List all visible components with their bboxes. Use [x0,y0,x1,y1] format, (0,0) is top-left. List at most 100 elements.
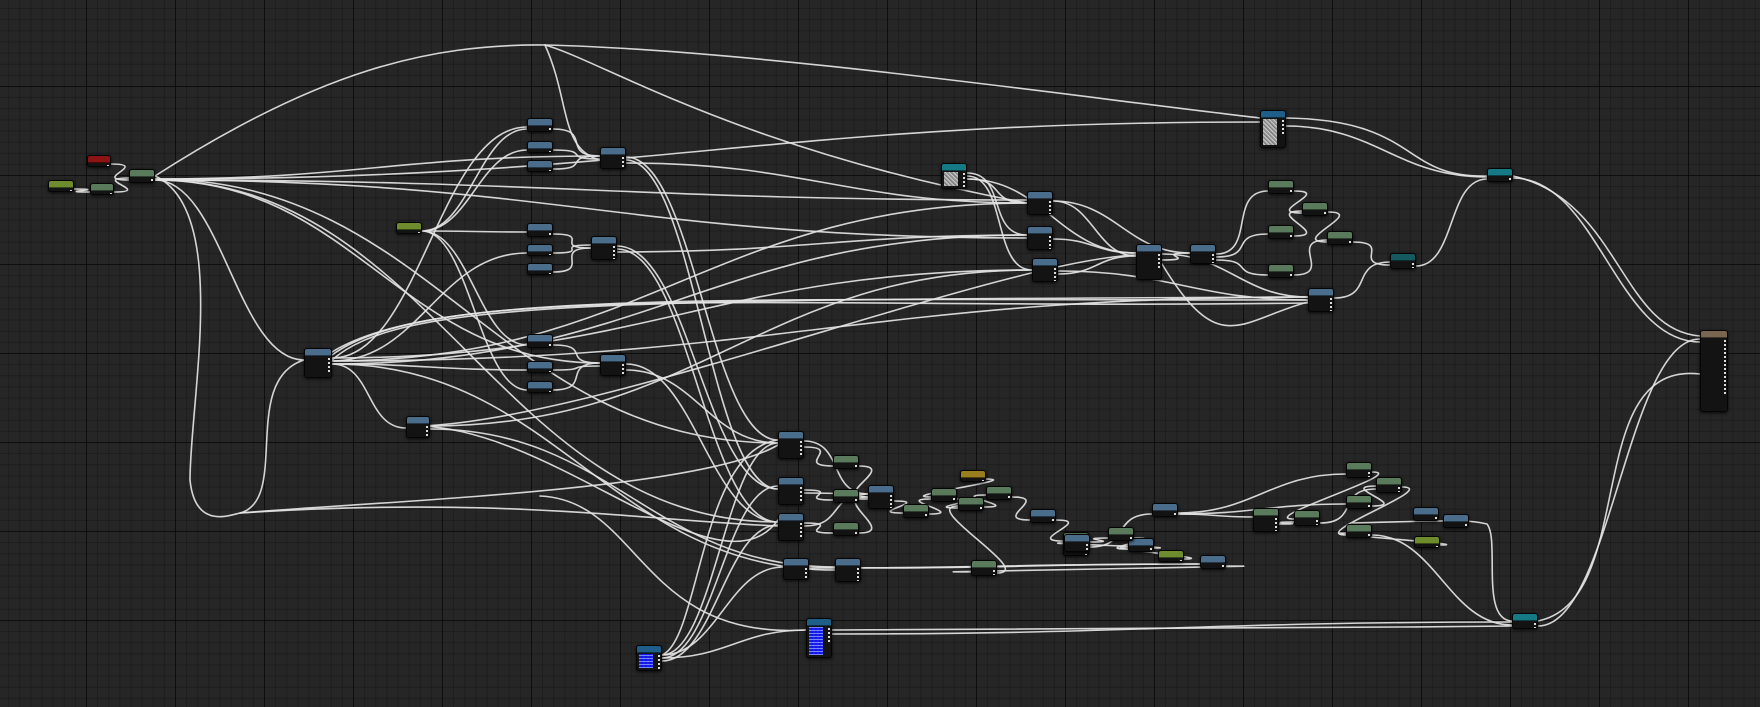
output-pin[interactable] [1085,554,1087,555]
output-pin[interactable] [857,580,859,581]
math-node-hub2[interactable] [406,416,430,438]
output-pin[interactable] [800,453,802,455]
math-node-m2[interactable] [591,236,617,260]
wire-t_bot-out[interactable] [1537,338,1701,627]
wire-g5-g4[interactable] [1293,239,1328,276]
output-pin[interactable] [1282,128,1284,130]
output-pin[interactable] [1282,120,1284,122]
output-pin[interactable] [1158,258,1160,260]
output-pin[interactable] [328,366,330,368]
output-pin[interactable] [855,499,857,501]
output-pin[interactable] [890,499,892,501]
output-pin[interactable] [857,576,859,578]
math-node-lb7[interactable] [1413,507,1439,521]
output-pin[interactable] [328,362,330,364]
wire-long-5[interactable] [239,506,779,527]
output-pin[interactable] [982,480,984,481]
parameter-node-n_in_lime[interactable] [48,180,74,192]
wire-n_lime2-b4[interactable] [421,230,528,233]
wire-tex_noise-c3[interactable] [966,175,1033,271]
output-pin[interactable] [1724,344,1726,346]
output-pin[interactable] [1158,254,1160,256]
output-pin[interactable] [622,161,624,163]
wire-m2-l3[interactable] [616,248,779,523]
texture-node-tex_blue2[interactable] [806,618,832,658]
wire-hub2-l5[interactable] [429,428,836,568]
wire-long-9[interactable] [1285,117,1488,177]
output-pin[interactable] [980,507,982,509]
output-pin[interactable] [426,434,428,436]
output-pin[interactable] [1368,505,1370,507]
output-pin[interactable] [1724,372,1726,374]
math-node-c2[interactable] [1027,226,1053,250]
math-node-lg1[interactable] [833,455,859,469]
output-pin[interactable] [613,258,615,259]
output-node-out[interactable] [1700,330,1728,412]
output-pin[interactable] [1724,380,1726,382]
math-node-lg4[interactable] [903,504,929,518]
output-pin[interactable] [418,232,420,233]
output-pin[interactable] [963,177,965,179]
output-pin[interactable] [1275,526,1277,528]
wire-c1-d2[interactable] [1052,200,1191,254]
math-node-lg5[interactable] [931,488,957,502]
output-pin[interactable] [800,499,802,501]
math-node-lb2[interactable] [1030,509,1056,523]
math-node-b7[interactable] [527,334,553,348]
output-pin[interactable] [1008,496,1010,498]
math-node-hub[interactable] [304,348,332,378]
output-pin[interactable] [1054,280,1056,281]
output-pin[interactable] [1052,519,1054,521]
wire-n_in_lime-n_in_green2[interactable] [73,188,91,193]
output-pin[interactable] [1054,276,1056,278]
output-pin[interactable] [1330,306,1332,308]
wire-tex_blue1-l4[interactable] [661,566,784,656]
output-pin[interactable] [1724,388,1726,390]
math-node-l5[interactable] [835,558,861,582]
math-node-lg7[interactable] [986,486,1012,500]
output-pin[interactable] [925,514,927,516]
output-pin[interactable] [549,233,551,235]
output-pin[interactable] [1174,513,1176,515]
output-pin[interactable] [963,181,965,183]
output-pin[interactable] [622,372,624,374]
math-node-t_bot[interactable] [1512,613,1538,629]
output-pin[interactable] [658,655,660,657]
output-pin[interactable] [1212,258,1214,260]
output-pin[interactable] [1724,376,1726,378]
output-pin[interactable] [800,535,802,537]
output-pin[interactable] [613,254,615,256]
parameter-node-llime[interactable] [1158,550,1184,562]
output-pin[interactable] [1275,518,1277,520]
texture-node-tex_top[interactable] [1260,110,1286,148]
output-pin[interactable] [1049,209,1051,211]
math-node-b5[interactable] [527,244,553,256]
output-pin[interactable] [800,495,802,497]
output-pin[interactable] [800,449,802,451]
output-pin[interactable] [1290,190,1292,192]
output-pin[interactable] [1049,236,1051,238]
output-pin[interactable] [1534,623,1536,625]
node-graph-canvas[interactable] [0,0,1760,707]
output-pin[interactable] [1158,266,1160,268]
math-node-b9[interactable] [527,381,553,393]
output-pin[interactable] [1368,534,1370,536]
output-pin[interactable] [800,523,802,525]
output-pin[interactable] [1086,548,1088,550]
output-pin[interactable] [953,498,955,500]
output-pin[interactable] [1398,491,1400,492]
output-pin[interactable] [549,254,551,255]
output-pin[interactable] [963,185,965,187]
math-node-g3[interactable] [1268,225,1294,239]
math-node-n_split[interactable] [129,169,155,183]
math-node-l3[interactable] [778,513,804,541]
output-pin[interactable] [658,659,660,661]
output-pin[interactable] [1724,348,1726,350]
output-pin[interactable] [549,273,551,274]
wire-d2-g5[interactable] [1215,259,1269,276]
texture-node-tex_blue1[interactable] [636,645,662,671]
output-pin[interactable] [1465,524,1467,526]
output-pin[interactable] [328,358,330,360]
output-pin[interactable] [1290,235,1292,237]
output-pin[interactable] [1368,472,1370,474]
